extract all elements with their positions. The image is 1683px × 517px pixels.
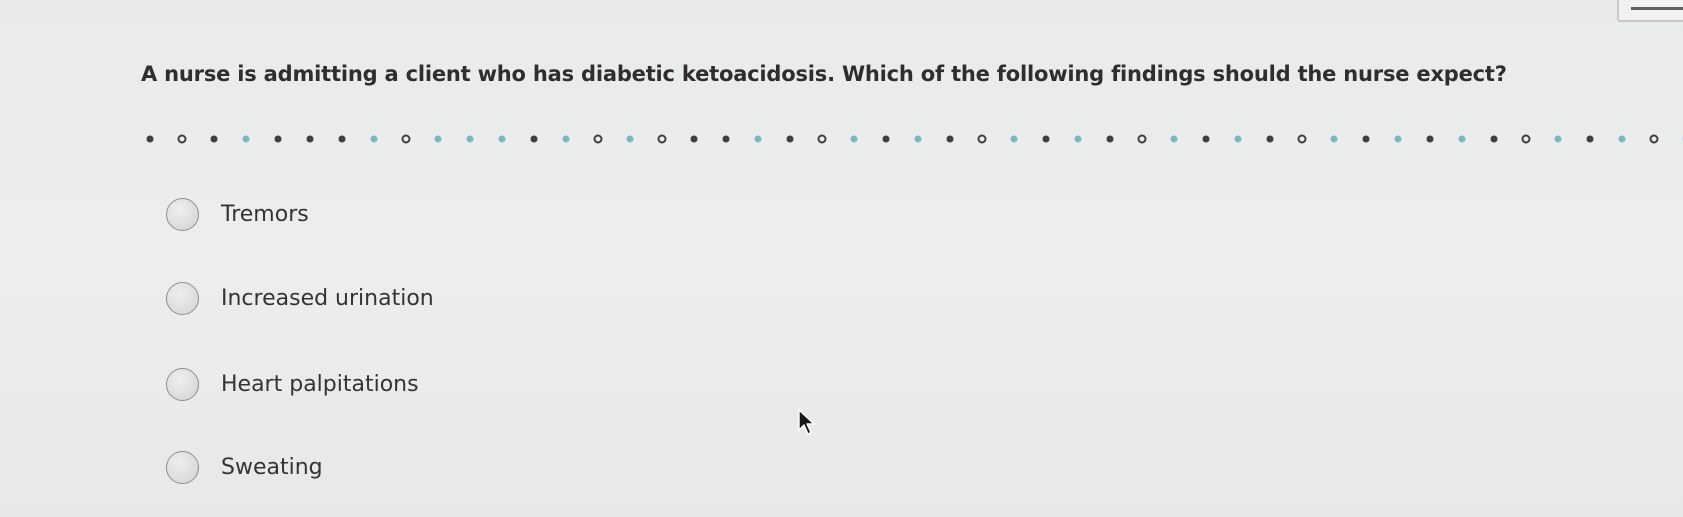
answer-option-tremors[interactable]: Tremors (166, 198, 309, 231)
progress-dot-filled (1426, 135, 1434, 143)
progress-dot-teal (562, 135, 570, 143)
progress-dot-teal (1234, 135, 1242, 143)
progress-dot-teal (434, 135, 442, 143)
progress-dot-teal (1330, 135, 1338, 143)
progress-dot-teal (626, 135, 634, 143)
mouse-pointer-icon (798, 409, 815, 435)
radio-button-icon[interactable] (166, 368, 199, 401)
progress-dot-filled (1266, 135, 1274, 143)
progress-dot-teal (1010, 135, 1018, 143)
progress-dot-teal (1618, 135, 1626, 143)
radio-button-icon[interactable] (166, 451, 199, 484)
progress-dot-filled (786, 135, 794, 143)
progress-dot-open (593, 134, 603, 144)
progress-dot-open (1649, 134, 1659, 144)
radio-button-icon[interactable] (166, 282, 199, 315)
progress-dot-open (177, 134, 187, 144)
answer-option-heart-palpitations[interactable]: Heart palpitations (166, 368, 419, 401)
progress-dot-filled (1202, 135, 1210, 143)
progress-dot-filled (1586, 135, 1594, 143)
answer-option-label: Tremors (221, 202, 309, 227)
progress-dot-open (1297, 134, 1307, 144)
progress-dot-filled (722, 135, 730, 143)
progress-dot-filled (882, 135, 890, 143)
progress-dot-open (657, 134, 667, 144)
answer-option-sweating[interactable]: Sweating (166, 451, 323, 484)
progress-dot-filled (1042, 135, 1050, 143)
progress-dot-teal (1074, 135, 1082, 143)
progress-dot-open (1137, 134, 1147, 144)
menu-toggle-button[interactable] (1617, 0, 1683, 22)
radio-button-icon[interactable] (166, 198, 199, 231)
progress-dot-filled (338, 135, 346, 143)
progress-dot-teal (1170, 135, 1178, 143)
progress-dot-open (977, 134, 987, 144)
progress-dot-teal (1554, 135, 1562, 143)
progress-dot-filled (146, 135, 154, 143)
progress-dot-teal (370, 135, 378, 143)
progress-dot-teal (850, 135, 858, 143)
question-progress-tracker (146, 131, 1683, 147)
progress-dot-filled (306, 135, 314, 143)
progress-dot-open (1521, 134, 1531, 144)
progress-dot-filled (946, 135, 954, 143)
progress-dot-filled (1106, 135, 1114, 143)
progress-dot-teal (498, 135, 506, 143)
progress-dot-filled (274, 135, 282, 143)
progress-dot-filled (530, 135, 538, 143)
progress-dot-teal (242, 135, 250, 143)
progress-dot-teal (754, 135, 762, 143)
answer-option-label: Heart palpitations (221, 372, 419, 397)
answer-option-increased-urination[interactable]: Increased urination (166, 282, 434, 315)
progress-dot-filled (1490, 135, 1498, 143)
progress-dot-filled (690, 135, 698, 143)
progress-dot-teal (1458, 135, 1466, 143)
progress-dot-teal (466, 135, 474, 143)
progress-dot-teal (914, 135, 922, 143)
progress-dot-teal (1394, 135, 1402, 143)
progress-dot-filled (1362, 135, 1370, 143)
answer-option-label: Sweating (221, 455, 323, 480)
menu-bar-icon (1631, 7, 1683, 10)
answer-option-label: Increased urination (221, 286, 434, 311)
progress-dot-open (401, 134, 411, 144)
question-text: A nurse is admitting a client who has di… (141, 62, 1507, 86)
progress-dot-filled (210, 135, 218, 143)
progress-dot-open (817, 134, 827, 144)
